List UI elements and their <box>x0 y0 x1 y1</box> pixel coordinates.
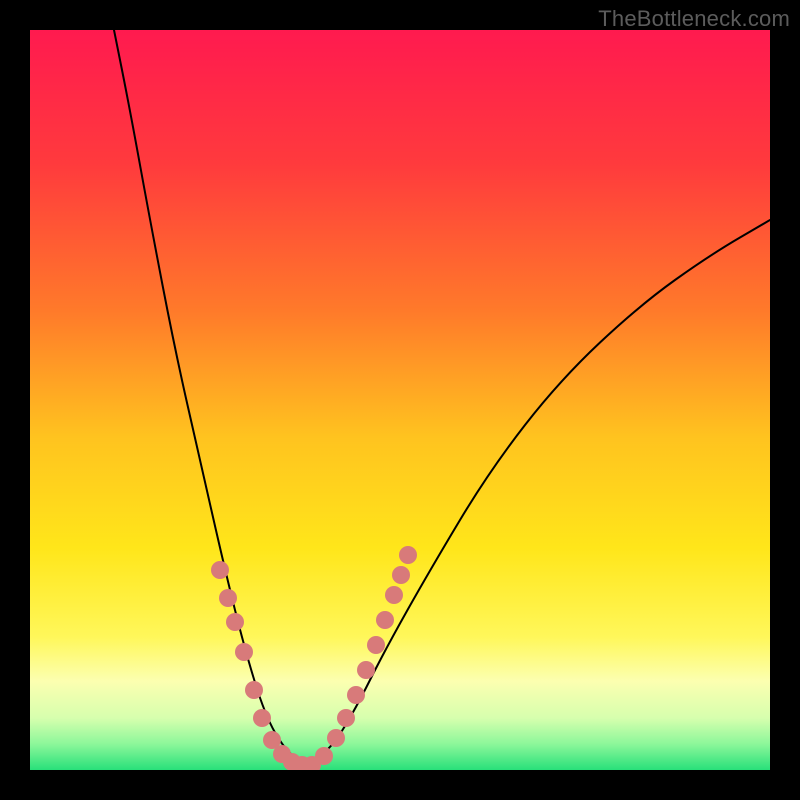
chart-frame <box>30 30 770 770</box>
data-dot <box>347 686 365 704</box>
data-dot <box>399 546 417 564</box>
series-left-limb <box>114 30 305 765</box>
data-dot <box>376 611 394 629</box>
chart-svg <box>30 30 770 770</box>
series-right-limb <box>305 220 770 765</box>
data-dot <box>226 613 244 631</box>
data-dot <box>245 681 263 699</box>
data-dot <box>253 709 271 727</box>
data-dot <box>385 586 403 604</box>
watermark-text: TheBottleneck.com <box>598 6 790 32</box>
data-dot <box>315 747 333 765</box>
curve-dots <box>211 546 417 770</box>
data-dot <box>235 643 253 661</box>
data-dot <box>211 561 229 579</box>
data-dot <box>367 636 385 654</box>
data-dot <box>327 729 345 747</box>
curve-lines <box>114 30 770 765</box>
data-dot <box>392 566 410 584</box>
data-dot <box>337 709 355 727</box>
data-dot <box>357 661 375 679</box>
data-dot <box>219 589 237 607</box>
